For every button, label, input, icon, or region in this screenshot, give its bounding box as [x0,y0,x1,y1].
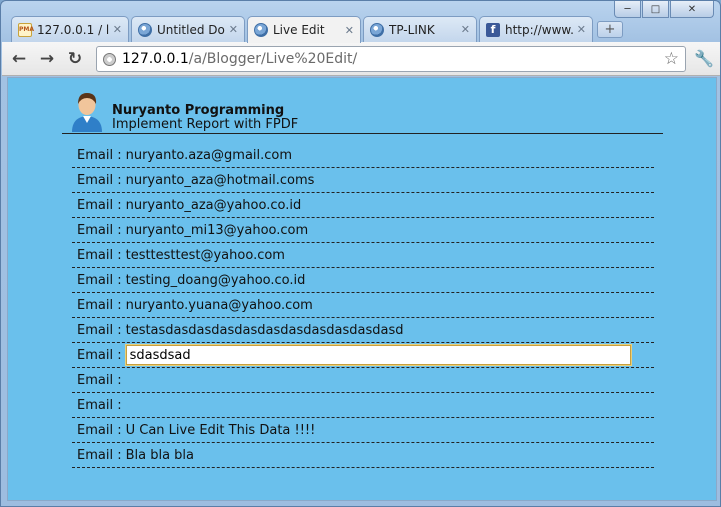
list-item[interactable]: Email : testasdasdasdasdasdasdasdasdasdas… [72,318,654,343]
browser-window: ─ □ ✕ PMA 127.0.0.1 / lo ✕ Untitled Doc … [0,0,721,507]
bookmark-star-icon[interactable]: ☆ [664,49,679,69]
email-value[interactable]: nuryanto.yuana@yahoo.com [126,298,313,313]
close-tab-icon[interactable]: ✕ [113,23,122,36]
list-item[interactable]: Email : [72,393,654,418]
list-item[interactable]: Email : testing_doang@yahoo.co.id [72,268,654,293]
email-edit-input[interactable] [125,345,631,365]
email-label: Email : [77,222,122,238]
email-label: Email : [77,347,122,363]
back-button[interactable]: ← [8,48,30,70]
email-value[interactable]: Bla bla bla [126,448,194,463]
tab-label: 127.0.0.1 / lo [37,22,109,37]
url-path: /a/Blogger/Live%20Edit/ [188,51,358,67]
phpmyadmin-icon: PMA [18,22,34,37]
email-value[interactable]: nuryanto.aza@gmail.com [126,148,292,163]
list-item[interactable]: Email : nuryanto_aza@yahoo.co.id [72,193,654,218]
forward-button[interactable]: → [36,48,58,70]
url-host: 127.0.0.1 [122,51,189,67]
facebook-icon: f [486,22,500,37]
close-tab-icon[interactable]: ✕ [345,24,354,37]
close-tab-icon[interactable]: ✕ [577,23,586,36]
tab-label: TP-LINK [389,22,435,37]
email-label: Email : [77,172,122,188]
address-bar[interactable]: 127.0.0.1/a/Blogger/Live%20Edit/ ☆ [96,46,686,72]
tab-live-edit[interactable]: Live Edit ✕ [247,16,361,43]
arrow-right-icon: → [39,49,55,69]
email-value[interactable]: nuryanto_mi13@yahoo.com [126,223,309,238]
globe-icon [370,22,384,37]
list-item[interactable]: Email : nuryanto.aza@gmail.com [72,143,654,168]
page-header: Nuryanto Programming Implement Report wi… [62,88,663,134]
list-item[interactable]: Email : U Can Live Edit This Data !!!! [72,418,654,443]
page-info-icon [103,52,116,66]
tab-untitled-doc[interactable]: Untitled Doc ✕ [131,16,245,42]
email-list: Email : nuryanto.aza@gmail.com Email : nury… [72,143,654,468]
arrow-left-icon: ← [11,49,27,69]
email-label: Email : [77,397,122,413]
email-value[interactable]: testasdasdasdasdasdasdasdasdasdasdasd [126,323,404,338]
email-label: Email : [77,147,122,163]
email-label: Email : [77,197,122,213]
globe-icon [138,22,152,37]
page-viewport: Nuryanto Programming Implement Report wi… [7,77,717,501]
avatar [72,93,102,132]
close-tab-icon[interactable]: ✕ [461,23,470,36]
email-value[interactable]: nuryanto_aza@yahoo.co.id [126,198,302,213]
email-value[interactable]: testing_doang@yahoo.co.id [126,273,306,288]
tab-label: http://www. [505,22,573,37]
list-item[interactable]: Email : [72,343,654,368]
globe-icon [254,23,268,37]
browser-toolbar: ← → ↻ 127.0.0.1/a/Blogger/Live%20Edit/ ☆… [2,42,720,76]
close-tab-icon[interactable]: ✕ [229,23,238,36]
page-subtitle: Implement Report with FPDF [112,117,299,132]
tab-phpmyadmin[interactable]: PMA 127.0.0.1 / lo ✕ [11,16,129,42]
email-label: Email : [77,272,122,288]
reload-button[interactable]: ↻ [64,48,86,70]
tab-strip: PMA 127.0.0.1 / lo ✕ Untitled Doc ✕ Live… [7,16,707,43]
list-item[interactable]: Email : nuryanto.yuana@yahoo.com [72,293,654,318]
tab-label: Untitled Doc [157,22,225,37]
email-value[interactable]: nuryanto_aza@hotmail.coms [126,173,315,188]
list-item[interactable]: Email : nuryanto_mi13@yahoo.com [72,218,654,243]
email-label: Email : [77,297,122,313]
email-label: Email : [77,422,122,438]
list-item[interactable]: Email : testtesttest@yahoo.com [72,243,654,268]
tab-facebook[interactable]: f http://www. ✕ [479,16,593,42]
email-label: Email : [77,247,122,263]
list-item[interactable]: Email : Bla bla bla [72,443,654,468]
wrench-menu-icon[interactable]: 🔧 [694,49,714,68]
new-tab-button[interactable]: + [597,21,623,38]
plus-icon: + [604,22,616,37]
email-label: Email : [77,372,122,388]
email-value[interactable]: U Can Live Edit This Data !!!! [126,423,316,438]
email-label: Email : [77,322,122,338]
tab-label: Live Edit [273,23,325,37]
page-title: Nuryanto Programming [112,103,285,118]
email-value[interactable]: testtesttest@yahoo.com [126,248,285,263]
tab-tp-link[interactable]: TP-LINK ✕ [363,16,477,42]
reload-icon: ↻ [67,49,83,69]
list-item[interactable]: Email : nuryanto_aza@hotmail.coms [72,168,654,193]
list-item[interactable]: Email : [72,368,654,393]
email-label: Email : [77,447,122,463]
